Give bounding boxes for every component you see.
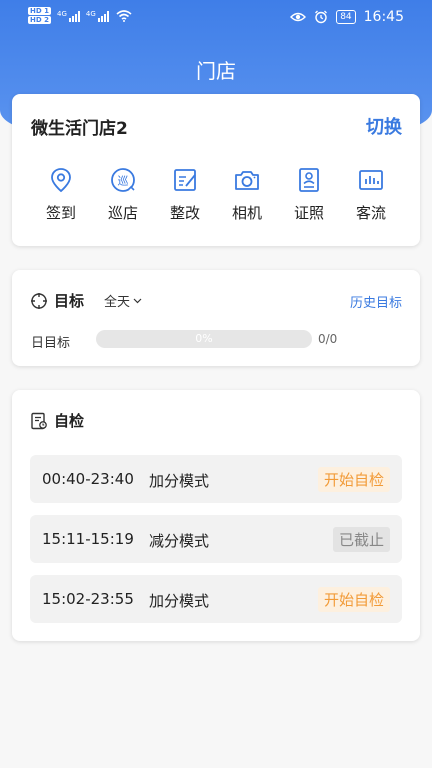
daily-goal-label: 日目标 xyxy=(31,336,71,351)
self-check-mode: 加分模式 xyxy=(149,472,210,490)
goal-range-dropdown[interactable]: 全天 xyxy=(104,291,142,310)
self-check-time: 15:02-23:55 xyxy=(42,590,134,608)
camera-icon xyxy=(235,171,259,190)
self-check-mode: 减分模式 xyxy=(149,532,210,550)
checklist-icon xyxy=(31,412,47,429)
network-1-label: 4G xyxy=(56,9,67,18)
rectify-icon xyxy=(174,169,196,191)
start-self-check-button[interactable]: 开始自检 xyxy=(317,587,390,612)
goal-title: 目标 xyxy=(54,292,85,310)
store-card: 微生活门店2 切换 签到 巡 巡店 整改 相机 证照 客流 xyxy=(12,94,420,246)
self-check-item[interactable]: 15:11-15:19 减分模式 已截止 xyxy=(30,515,402,563)
chevron-down-icon xyxy=(133,298,142,303)
start-self-check-button[interactable]: 开始自检 xyxy=(317,467,390,492)
status-bar: HD 1 HD 2 4G 4G 84 16:45 xyxy=(0,0,432,36)
target-icon xyxy=(31,292,47,309)
signal-1-icon: 4G xyxy=(57,10,80,22)
goal-range-value: 全天 xyxy=(104,295,131,310)
progress-text: 0% xyxy=(195,332,213,345)
action-traffic-label: 客流 xyxy=(355,204,386,222)
battery-indicator: 84 xyxy=(336,10,356,24)
goal-header: 目标 全天 xyxy=(30,290,142,311)
location-pin-icon xyxy=(51,168,71,193)
switch-store-button[interactable]: 切换 xyxy=(366,113,402,139)
store-actions: 签到 巡 巡店 整改 相机 证照 客流 xyxy=(30,166,402,223)
self-check-item[interactable]: 00:40-23:40 加分模式 开始自检 xyxy=(30,455,402,503)
sim-indicators: HD 1 HD 2 xyxy=(28,7,51,24)
alarm-icon xyxy=(315,10,328,24)
page-title: 门店 xyxy=(196,59,236,83)
traffic-chart-icon xyxy=(359,170,383,190)
action-patrol[interactable]: 巡 巡店 xyxy=(92,166,154,223)
closed-status-badge: 已截止 xyxy=(332,527,390,552)
action-rectify[interactable]: 整改 xyxy=(154,166,216,223)
self-check-time: 00:40-23:40 xyxy=(42,470,134,488)
wifi-icon xyxy=(116,9,132,22)
self-check-time: 15:11-15:19 xyxy=(42,530,134,548)
self-check-title: 自检 xyxy=(54,412,85,430)
signal-2-icon: 4G xyxy=(86,10,109,22)
eye-comfort-icon xyxy=(290,12,307,22)
self-check-header: 自检 xyxy=(30,410,84,431)
progress-count: 0/0 xyxy=(318,332,338,346)
action-checkin-label: 签到 xyxy=(45,204,76,222)
action-camera[interactable]: 相机 xyxy=(216,166,278,223)
sim1-label: HD 1 xyxy=(28,7,51,15)
action-rectify-label: 整改 xyxy=(169,204,200,222)
svg-text:巡: 巡 xyxy=(118,175,129,188)
action-traffic[interactable]: 客流 xyxy=(340,166,402,223)
status-right: 84 16:45 xyxy=(290,9,404,25)
status-left: HD 1 HD 2 4G 4G xyxy=(28,7,132,24)
self-check-mode: 加分模式 xyxy=(149,592,210,610)
sim2-label: HD 2 xyxy=(28,16,51,24)
store-name: 微生活门店2 xyxy=(31,119,128,139)
patrol-icon: 巡 xyxy=(111,168,135,192)
action-license-label: 证照 xyxy=(293,204,324,222)
self-check-item[interactable]: 15:02-23:55 加分模式 开始自检 xyxy=(30,575,402,623)
action-camera-label: 相机 xyxy=(231,204,262,222)
license-icon xyxy=(299,168,319,192)
action-patrol-label: 巡店 xyxy=(107,204,138,222)
action-license[interactable]: 证照 xyxy=(278,166,340,223)
goal-card: 目标 全天 历史目标 日目标 0% 0/0 xyxy=(12,270,420,366)
self-check-card: 自检 00:40-23:40 加分模式 开始自检 15:11-15:19 减分模… xyxy=(12,390,420,641)
status-time: 16:45 xyxy=(363,9,404,25)
network-2-label: 4G xyxy=(85,9,96,18)
daily-goal-progress: 0% xyxy=(96,330,312,348)
action-checkin[interactable]: 签到 xyxy=(30,166,92,223)
history-goals-link[interactable]: 历史目标 xyxy=(350,292,402,311)
